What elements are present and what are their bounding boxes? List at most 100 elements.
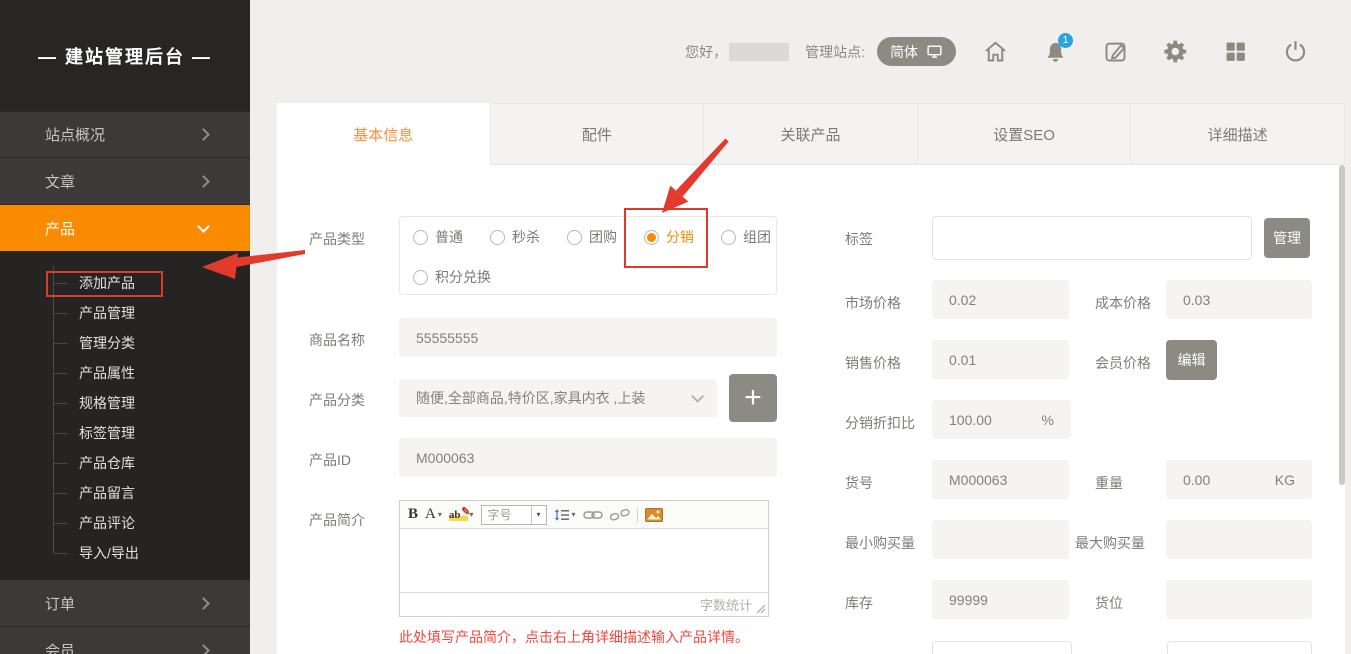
unlink-icon[interactable] bbox=[610, 508, 630, 522]
notifications-bell-icon[interactable]: 1 bbox=[1042, 38, 1069, 65]
distribution-discount-value: 100.00 bbox=[949, 412, 992, 428]
vertical-scrollbar[interactable] bbox=[1339, 165, 1345, 485]
settings-gear-icon[interactable] bbox=[1162, 38, 1189, 65]
tag-manage-button[interactable]: 管理 bbox=[1264, 218, 1310, 258]
sidebar-subitem-product-attrs[interactable]: 产品属性 bbox=[0, 358, 250, 388]
font-color-icon[interactable]: A▾ bbox=[425, 506, 442, 523]
stock-input[interactable]: 99999 bbox=[932, 580, 1069, 619]
partial-input-left[interactable] bbox=[932, 641, 1072, 654]
sidebar-subitem-warehouse[interactable]: 产品仓库 bbox=[0, 448, 250, 478]
tag-input[interactable] bbox=[932, 216, 1252, 260]
sidebar-item-members[interactable]: 会员 bbox=[0, 627, 250, 654]
radio-points-exchange[interactable]: 积分兑换 bbox=[413, 267, 491, 287]
weight-input[interactable]: 0.00 KG bbox=[1166, 460, 1312, 499]
subitem-label: 产品留言 bbox=[79, 485, 135, 501]
sale-price-label: 销售价格 bbox=[845, 353, 901, 373]
product-name-input[interactable]: 55555555 bbox=[399, 318, 777, 357]
kg-suffix: KG bbox=[1275, 472, 1295, 488]
partial-input-right[interactable] bbox=[1167, 641, 1312, 654]
top-header: 您好， 管理站点: 简体 1 bbox=[685, 0, 1351, 103]
sidebar-item-site-overview[interactable]: 站点概况 bbox=[0, 111, 250, 158]
line-height-icon[interactable]: ▾ bbox=[554, 508, 576, 522]
chevron-down-icon bbox=[197, 220, 210, 233]
radio-icon bbox=[721, 230, 736, 245]
toolbar-divider bbox=[637, 507, 638, 523]
sidebar-subitem-reviews[interactable]: 产品评论 bbox=[0, 508, 250, 538]
product-name-value: 55555555 bbox=[416, 330, 478, 346]
app-title: — 建站管理后台 — bbox=[0, 0, 250, 111]
edit-icon[interactable] bbox=[1102, 38, 1129, 65]
radio-icon bbox=[567, 230, 582, 245]
sidebar-item-label: 产品 bbox=[45, 218, 75, 239]
editor-status-bar: 字数统计 bbox=[400, 592, 768, 616]
tab-bar: 基本信息 配件 关联产品 设置SEO 详细描述 bbox=[277, 103, 1345, 165]
apps-grid-icon[interactable] bbox=[1222, 38, 1249, 65]
editor-text-area[interactable] bbox=[400, 529, 768, 592]
radio-group-buy[interactable]: 团购 bbox=[567, 227, 617, 247]
user-name-redacted bbox=[729, 43, 789, 61]
chevron-right-icon bbox=[197, 644, 210, 654]
highlight-icon[interactable]: ab▾ bbox=[449, 509, 474, 521]
sale-price-value: 0.01 bbox=[949, 352, 976, 368]
bold-icon[interactable]: B bbox=[408, 506, 418, 523]
distribution-discount-input[interactable]: 100.00 % bbox=[932, 400, 1071, 439]
tab-related-products[interactable]: 关联产品 bbox=[704, 103, 918, 165]
subitem-label: 产品属性 bbox=[79, 365, 135, 381]
main-content: 基本信息 配件 关联产品 设置SEO 详细描述 产品类型 普通 秒杀 团购 分销… bbox=[277, 103, 1345, 654]
min-purchase-label: 最小购买量 bbox=[845, 533, 915, 553]
location-input[interactable] bbox=[1166, 580, 1312, 619]
subitem-label: 规格管理 bbox=[79, 395, 135, 411]
product-category-value: 随便,全部商品,特价区,家具内衣 ,上装 bbox=[416, 388, 645, 408]
radio-team[interactable]: 组团 bbox=[721, 227, 771, 247]
radio-normal[interactable]: 普通 bbox=[413, 227, 463, 247]
sale-price-input[interactable]: 0.01 bbox=[932, 340, 1069, 379]
product-type-label: 产品类型 bbox=[309, 229, 365, 249]
cost-price-value: 0.03 bbox=[1183, 292, 1210, 308]
sidebar-subitem-tag-manage[interactable]: 标签管理 bbox=[0, 418, 250, 448]
item-no-label: 货号 bbox=[845, 473, 873, 493]
market-price-input[interactable]: 0.02 bbox=[932, 280, 1069, 319]
add-category-button[interactable]: + bbox=[729, 374, 777, 422]
subitem-label: 标签管理 bbox=[79, 425, 135, 441]
sidebar-subitem-product-manage[interactable]: 产品管理 bbox=[0, 298, 250, 328]
product-category-label: 产品分类 bbox=[309, 390, 365, 410]
language-site-button[interactable]: 简体 bbox=[877, 37, 956, 66]
font-size-select[interactable]: 字号 ▾ bbox=[481, 505, 547, 525]
weight-label: 重量 bbox=[1095, 473, 1123, 493]
product-id-input[interactable]: M000063 bbox=[399, 438, 777, 477]
sidebar-subitem-messages[interactable]: 产品留言 bbox=[0, 478, 250, 508]
chevron-down-icon bbox=[691, 390, 704, 403]
tab-basic-info[interactable]: 基本信息 bbox=[277, 103, 490, 165]
tab-detailed-description[interactable]: 详细描述 bbox=[1131, 103, 1345, 165]
sidebar: — 建站管理后台 — 站点概况 文章 产品 添加产品 产品管理 管理分类 产品属… bbox=[0, 0, 250, 654]
sidebar-subitem-import-export[interactable]: 导入/导出 bbox=[0, 538, 250, 568]
radio-flash-sale[interactable]: 秒杀 bbox=[490, 227, 540, 247]
product-category-select[interactable]: 随便,全部商品,特价区,家具内衣 ,上装 bbox=[399, 379, 717, 417]
sidebar-subitem-spec-manage[interactable]: 规格管理 bbox=[0, 388, 250, 418]
product-name-label: 商品名称 bbox=[309, 330, 365, 350]
resize-grip-icon[interactable] bbox=[756, 604, 766, 614]
sidebar-item-label: 会员 bbox=[45, 640, 75, 654]
intro-hint-text: 此处填写产品简介，点击右上角详细描述输入产品详情。 bbox=[399, 627, 749, 647]
chevron-down-icon: ▾ bbox=[531, 506, 546, 524]
min-purchase-input[interactable] bbox=[932, 520, 1069, 559]
subitem-label: 产品仓库 bbox=[79, 455, 135, 471]
home-icon[interactable] bbox=[982, 38, 1009, 65]
subitem-label: 产品管理 bbox=[79, 305, 135, 321]
product-id-value: M000063 bbox=[416, 450, 474, 466]
sidebar-item-orders[interactable]: 订单 bbox=[0, 580, 250, 627]
cost-price-input[interactable]: 0.03 bbox=[1166, 280, 1312, 319]
item-no-input[interactable]: M000063 bbox=[932, 460, 1069, 499]
sidebar-subitem-category-manage[interactable]: 管理分类 bbox=[0, 328, 250, 358]
annotation-arrow-to-distribution bbox=[650, 133, 735, 218]
insert-image-icon[interactable] bbox=[645, 508, 663, 522]
link-icon[interactable] bbox=[583, 509, 603, 521]
monitor-icon bbox=[926, 43, 943, 60]
member-price-edit-button[interactable]: 编辑 bbox=[1166, 340, 1217, 380]
tab-seo-settings[interactable]: 设置SEO bbox=[918, 103, 1132, 165]
sidebar-item-articles[interactable]: 文章 bbox=[0, 158, 250, 205]
cost-price-label: 成本价格 bbox=[1095, 293, 1151, 313]
tag-label: 标签 bbox=[845, 229, 873, 249]
logout-power-icon[interactable] bbox=[1282, 38, 1309, 65]
max-purchase-input[interactable] bbox=[1166, 520, 1312, 559]
